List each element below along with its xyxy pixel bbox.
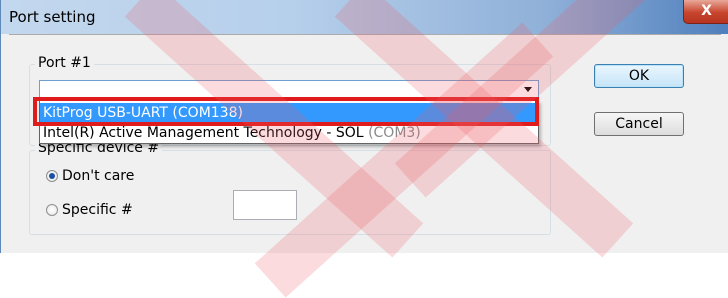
radio-specific[interactable]: Specific #: [46, 200, 133, 220]
radio-label: Specific #: [62, 202, 133, 218]
close-icon: X: [701, 3, 712, 19]
port-group-legend: Port #1: [35, 55, 94, 71]
specific-number-input[interactable]: [233, 190, 297, 220]
cancel-button-label: Cancel: [615, 116, 663, 132]
radio-label: Don't care: [62, 168, 135, 184]
radio-button-icon[interactable]: [46, 204, 58, 216]
port-setting-window: Port setting X Port #1 Specific device #…: [0, 0, 728, 298]
radio-button-icon[interactable]: [46, 170, 58, 182]
ok-button[interactable]: OK: [594, 64, 684, 88]
radio-dont-care[interactable]: Don't care: [46, 166, 134, 186]
window-title: Port setting: [9, 8, 96, 26]
cancel-button[interactable]: Cancel: [594, 112, 684, 136]
ok-button-label: OK: [628, 68, 650, 84]
close-button[interactable]: X: [683, 0, 728, 24]
